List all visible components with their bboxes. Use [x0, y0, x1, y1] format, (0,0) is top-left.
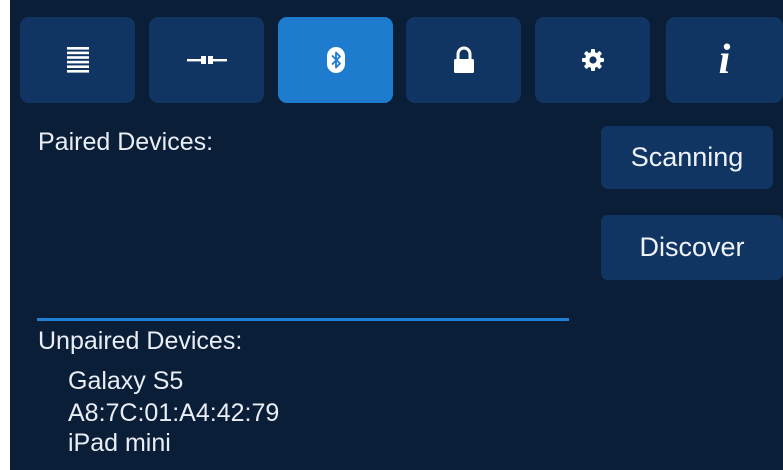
device-name[interactable]: Galaxy S5: [68, 366, 279, 397]
tab-security[interactable]: [406, 17, 521, 103]
paired-devices-label: Paired Devices:: [38, 128, 214, 156]
scanning-button[interactable]: Scanning: [601, 126, 773, 189]
gear-icon: [581, 49, 604, 71]
tab-connection[interactable]: [149, 17, 264, 103]
tab-info[interactable]: i: [666, 17, 783, 103]
tab-bar: i: [10, 0, 783, 110]
unpaired-device-list: Galaxy S5 A8:7C:01:A4:42:79 iPad mini: [68, 366, 279, 459]
cable-connector-icon: [186, 54, 227, 66]
tab-log[interactable]: [20, 17, 135, 103]
lock-icon: [453, 46, 475, 74]
device-name[interactable]: iPad mini: [68, 428, 279, 459]
tab-settings[interactable]: [535, 17, 650, 103]
tab-bluetooth[interactable]: [278, 17, 393, 103]
discover-button[interactable]: Discover: [601, 215, 783, 280]
unpaired-devices-label: Unpaired Devices:: [38, 327, 243, 355]
device-address[interactable]: A8:7C:01:A4:42:79: [68, 398, 279, 429]
section-divider: [37, 318, 569, 321]
bluetooth-settings-screen: i Paired Devices: Scanning Discover Unpa…: [10, 0, 783, 470]
bluetooth-icon: [326, 47, 345, 73]
list-icon: [66, 47, 89, 73]
info-icon: i: [718, 37, 731, 83]
